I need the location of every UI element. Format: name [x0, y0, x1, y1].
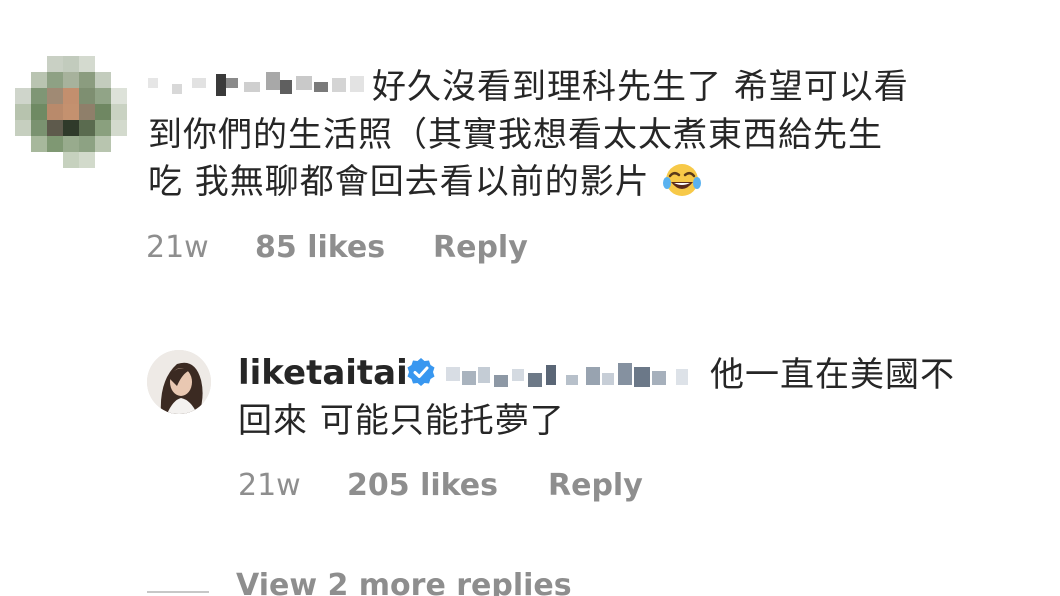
comment-line-3: 吃 我無聊都會回去看以前的影片	[148, 155, 702, 210]
reply-username[interactable]: liketaitai	[238, 353, 408, 393]
verified-badge-icon	[407, 358, 435, 386]
commenter-avatar[interactable]	[15, 56, 127, 168]
liketaitai-avatar[interactable]	[147, 350, 211, 414]
profile-photo-icon	[147, 350, 211, 414]
reply-reply-button[interactable]: Reply	[548, 468, 643, 503]
reply-line-2: 回來 可能只能托夢了	[238, 401, 565, 441]
reply-time: 21w	[238, 468, 301, 503]
comment-time: 21w	[146, 230, 209, 265]
reply-line-1: 他一直在美國不	[710, 355, 955, 395]
laughing-tears-emoji-icon	[662, 164, 701, 196]
comment-line-1: 好久沒看到理科先生了 希望可以看	[372, 67, 909, 107]
commenter-username-redacted[interactable]	[148, 72, 370, 96]
comment-reply-button[interactable]: Reply	[433, 230, 528, 265]
view-more-replies-button[interactable]: View 2 more replies	[236, 568, 572, 596]
thread-divider	[147, 591, 209, 593]
comment-thread: 好久沒看到理科先生了 希望可以看 到你們的生活照（其實我想看太太煮東西給先生 吃…	[0, 0, 1060, 596]
comment-likes[interactable]: 85 likes	[255, 230, 385, 265]
mention-redacted[interactable]	[446, 363, 704, 387]
reply-likes[interactable]: 205 likes	[347, 468, 498, 503]
comment-line-3-text: 吃 我無聊都會回去看以前的影片	[148, 162, 650, 202]
